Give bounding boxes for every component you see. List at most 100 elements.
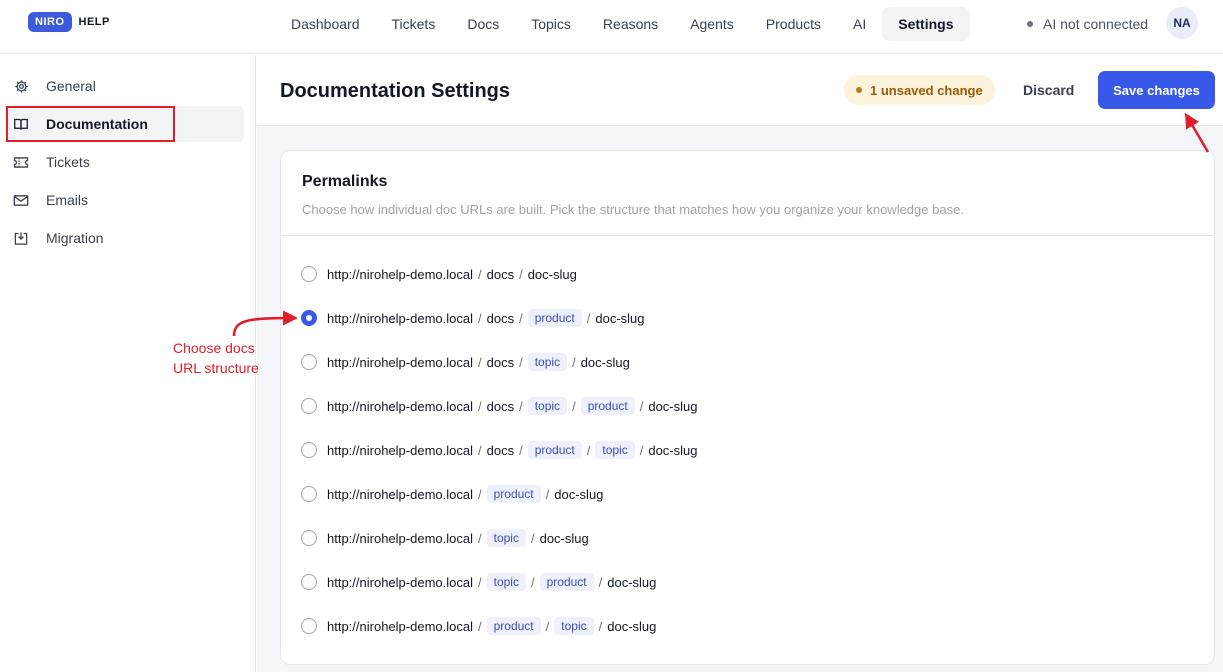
url-segment: doc-slug (539, 530, 589, 546)
permalink-base-url: http://nirohelp-demo.local (327, 398, 473, 414)
url-token-badge: product (486, 485, 541, 503)
url-segment: docs (486, 398, 515, 414)
url-separator: / (477, 486, 482, 502)
url-segment: doc-slug (648, 398, 698, 414)
annotation-line: URL structure (173, 360, 259, 376)
url-segment: doc-slug (607, 574, 657, 590)
permalink-option[interactable]: http://nirohelp-demo.local / product / topic… (301, 614, 656, 638)
permalink-base-url: http://nirohelp-demo.local (327, 442, 473, 458)
url-separator: / (572, 354, 576, 370)
url-separator: / (477, 354, 482, 370)
sidebar-item-general[interactable]: General (6, 68, 244, 104)
gear-icon (12, 77, 30, 95)
nav-products[interactable]: Products (750, 7, 837, 41)
url-separator: / (572, 398, 576, 414)
permalink-base-url: http://nirohelp-demo.local (327, 354, 473, 370)
url-separator: / (519, 398, 523, 414)
url-separator: / (545, 618, 550, 634)
annotation-line: Choose docs (173, 340, 255, 356)
permalink-option[interactable]: http://nirohelp-demo.local / docs / topic / do… (301, 350, 630, 374)
url-token-badge: product (580, 397, 635, 415)
ticket-icon (12, 153, 30, 171)
permalinks-card: Permalinks Choose how individual doc URL… (280, 150, 1215, 665)
permalink-base-url: http://nirohelp-demo.local (327, 574, 473, 590)
main-content: Documentation Settings 1 unsaved change … (257, 55, 1223, 672)
url-separator: / (598, 574, 603, 590)
annotation-highlight-box (6, 106, 175, 142)
main-nav: Dashboard Tickets Docs Topics Reasons Ag… (275, 7, 970, 41)
status-dot-icon (1027, 21, 1033, 27)
annotation-text: Choose docs URL structure (173, 338, 259, 378)
url-separator: / (519, 442, 523, 458)
avatar[interactable]: NA (1166, 7, 1198, 39)
permalink-base-url: http://nirohelp-demo.local (327, 486, 473, 502)
save-changes-button[interactable]: Save changes (1098, 71, 1215, 109)
nav-ai[interactable]: AI (837, 7, 882, 41)
nav-agents[interactable]: Agents (674, 7, 750, 41)
nav-settings[interactable]: Settings (882, 7, 970, 41)
url-segment: doc-slug (580, 354, 630, 370)
permalink-radio[interactable] (301, 574, 317, 590)
sidebar-item-migration[interactable]: Migration (6, 220, 244, 256)
url-segment: doc-slug (595, 310, 645, 326)
sidebar-item-tickets[interactable]: Tickets (6, 144, 244, 180)
nav-dashboard[interactable]: Dashboard (275, 7, 376, 41)
card-title: Permalinks (302, 173, 388, 190)
permalink-option[interactable]: http://nirohelp-demo.local / topic / product… (301, 570, 656, 594)
permalink-option[interactable]: http://nirohelp-demo.local / docs / doc-slug (301, 262, 577, 286)
permalink-radio[interactable] (301, 398, 317, 414)
permalink-radio[interactable] (301, 310, 317, 326)
permalink-radio[interactable] (301, 530, 317, 546)
permalink-option[interactable]: http://nirohelp-demo.local / docs / topic / pr… (301, 394, 697, 418)
card-description: Choose how individual doc URLs are built… (302, 202, 964, 217)
url-separator: / (477, 574, 482, 590)
import-icon (12, 229, 30, 247)
url-token-badge: topic (554, 617, 594, 635)
url-separator: / (639, 398, 644, 414)
ai-status: AI not connected (1027, 16, 1148, 32)
logo-text: HELP (78, 16, 110, 28)
url-separator: / (477, 310, 482, 326)
sidebar-item-label: Tickets (46, 154, 90, 170)
url-separator: / (477, 442, 482, 458)
url-token-badge: product (486, 617, 541, 635)
sidebar-item-emails[interactable]: Emails (6, 182, 244, 218)
url-token-badge: product (527, 441, 582, 459)
url-token-badge: topic (595, 441, 635, 459)
discard-button[interactable]: Discard (1009, 75, 1088, 105)
nav-tickets[interactable]: Tickets (376, 7, 452, 41)
url-separator: / (519, 310, 523, 326)
nav-reasons[interactable]: Reasons (587, 7, 674, 41)
permalink-option[interactable]: http://nirohelp-demo.local / product / doc-s… (301, 482, 603, 506)
nav-docs[interactable]: Docs (451, 7, 515, 41)
permalink-radio[interactable] (301, 486, 317, 502)
card-header: Permalinks Choose how individual doc URL… (281, 151, 1214, 236)
permalink-radio[interactable] (301, 266, 317, 282)
url-separator: / (530, 530, 535, 546)
url-separator: / (530, 574, 535, 590)
logo-badge: NIRO (28, 12, 72, 32)
logo[interactable]: NIRO HELP (28, 12, 110, 32)
url-token-badge: product (539, 573, 594, 591)
permalink-option[interactable]: http://nirohelp-demo.local / docs / product /… (301, 438, 697, 462)
mail-icon (12, 191, 30, 209)
url-token-badge: topic (527, 397, 568, 415)
permalink-radio[interactable] (301, 442, 317, 458)
permalink-option[interactable]: http://nirohelp-demo.local / docs / product /… (301, 306, 645, 330)
url-separator: / (519, 354, 523, 370)
permalink-option[interactable]: http://nirohelp-demo.local / topic / doc-slu… (301, 526, 589, 550)
permalink-radio[interactable] (301, 618, 317, 634)
url-separator: / (477, 530, 482, 546)
status-dot-icon (856, 87, 862, 93)
url-separator: / (586, 310, 591, 326)
unsaved-badge-text: 1 unsaved change (870, 82, 983, 98)
url-separator: / (519, 266, 523, 282)
url-separator: / (598, 618, 603, 634)
url-separator: / (477, 398, 482, 414)
sidebar-item-label: Migration (46, 230, 104, 246)
top-bar: NIRO HELP Dashboard Tickets Docs Topics … (0, 0, 1223, 54)
url-token-badge: product (527, 309, 582, 327)
permalink-radio[interactable] (301, 354, 317, 370)
nav-topics[interactable]: Topics (515, 7, 587, 41)
url-segment: doc-slug (527, 266, 577, 282)
